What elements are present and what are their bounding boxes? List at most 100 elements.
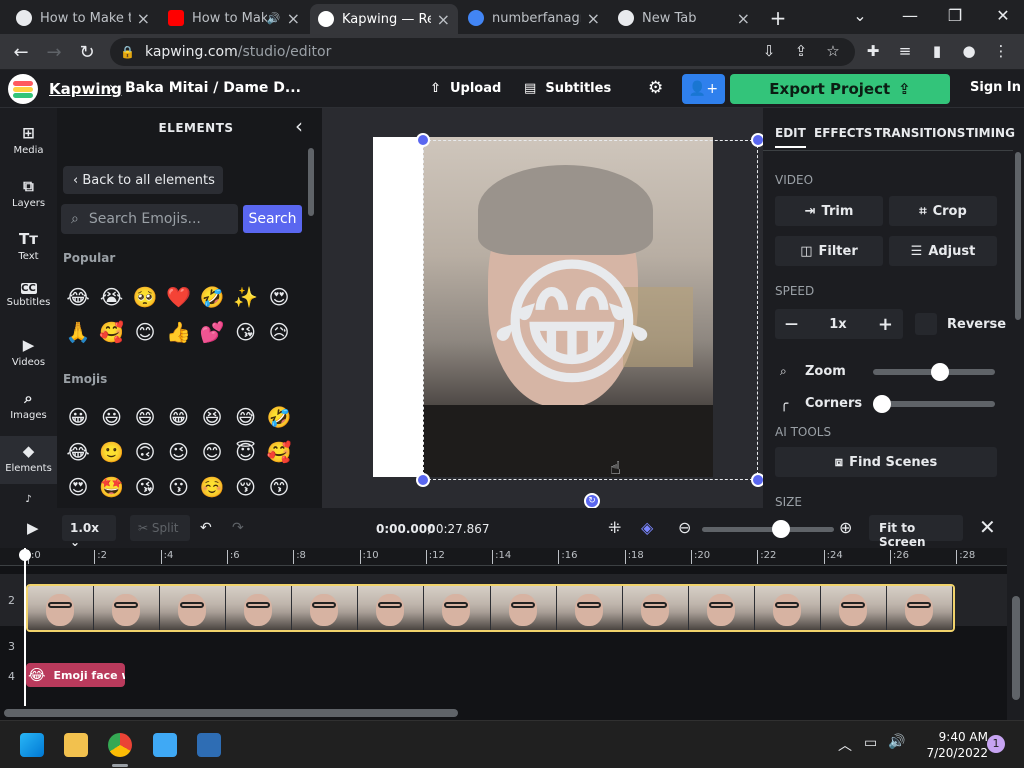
emoji-tile[interactable]: 😍 (65, 474, 91, 500)
share-icon[interactable]: ⇪ (790, 42, 812, 60)
emoji-tile[interactable]: 😂 (65, 284, 91, 310)
media-control-icon[interactable]: ≡ (894, 42, 916, 60)
emoji-tile[interactable]: 😊 (132, 319, 158, 345)
speed-minus-button[interactable]: — (785, 317, 798, 332)
emoji-tile[interactable]: 😚 (233, 474, 259, 500)
system-clock[interactable]: 9:40 AM 7/20/2022 (916, 729, 988, 761)
tab-close-icon[interactable]: × (737, 9, 750, 28)
tab-transitions[interactable]: TRANSITIONS (874, 126, 965, 140)
collapse-chevron-icon[interactable]: ‹ (295, 114, 303, 138)
close-timeline-icon[interactable]: ✕ (979, 515, 996, 539)
tab-close-icon[interactable]: × (437, 10, 450, 29)
volume-icon[interactable]: 🔊 (888, 734, 905, 750)
project-title[interactable]: Baka Mitai / Dame D... (125, 80, 301, 96)
emoji-tile[interactable]: 😁 (166, 404, 192, 430)
emoji-tile[interactable]: 😉 (166, 439, 192, 465)
emoji-tile[interactable]: 😙 (266, 474, 292, 500)
close-window-button[interactable]: ✕ (988, 6, 1018, 25)
bookmark-star-icon[interactable]: ☆ (822, 42, 844, 60)
emoji-tile[interactable]: 🙏 (65, 319, 91, 345)
playhead-knob[interactable] (19, 549, 31, 561)
emoji-overlay-clip[interactable]: 😂 Emoji face wi (26, 663, 125, 687)
panel-scrollbar[interactable] (308, 148, 314, 216)
timeline-zoom-slider[interactable] (702, 527, 834, 532)
vertical-scroll-thumb[interactable] (1012, 596, 1020, 700)
tab-edit[interactable]: EDIT (775, 126, 806, 148)
browser-tab[interactable]: How to Mak 🔊 × (160, 4, 308, 32)
extensions-icon[interactable]: ✚ (862, 42, 884, 60)
menu-kebab-icon[interactable]: ⋮ (990, 42, 1012, 60)
emoji-tile[interactable]: ❤️ (166, 284, 192, 310)
crop-button[interactable]: ⌗ Crop (889, 196, 997, 226)
rail-item-media[interactable]: ⊞ Media (0, 124, 57, 156)
timeline-zoom-knob[interactable] (772, 520, 791, 538)
tab-close-icon[interactable]: × (137, 9, 150, 28)
emoji-tile[interactable]: 🙃 (132, 439, 158, 465)
emoji-tile[interactable]: ☺️ (199, 474, 225, 500)
notification-badge[interactable]: 1 (987, 735, 1005, 753)
emoji-tile[interactable]: 😃 (99, 404, 125, 430)
emoji-tile[interactable]: 🤣 (199, 284, 225, 310)
reload-icon[interactable]: ↻ (76, 42, 98, 63)
emoji-tile[interactable]: 😥 (266, 319, 292, 345)
resize-handle-bottom-left[interactable] (416, 473, 430, 487)
find-scenes-button[interactable]: ⧈ Find Scenes (775, 447, 997, 477)
emoji-tile[interactable]: 😗 (166, 474, 192, 500)
playback-speed-select[interactable]: 1.0x ⌄ (62, 515, 116, 549)
snap-icon[interactable]: ⁜ (608, 518, 621, 537)
sign-in-link[interactable]: Sign In (970, 80, 1021, 95)
network-icon[interactable]: ▭ (864, 735, 877, 751)
audio-playing-icon[interactable]: 🔊 (267, 12, 281, 25)
emoji-tile[interactable]: 👍 (166, 319, 192, 345)
kapwing-logo[interactable] (8, 74, 38, 104)
rail-item-subtitles[interactable]: CC Subtitles (0, 283, 57, 308)
edit-panel-scrollbar[interactable] (1015, 152, 1021, 320)
resize-handle-top-left[interactable] (416, 133, 430, 147)
zoom-slider-knob[interactable] (931, 363, 950, 381)
photos-app-icon[interactable] (197, 733, 221, 757)
settings-gear-icon[interactable]: ⚙ (648, 78, 663, 98)
browser-tab[interactable]: numberfanagra × (460, 4, 608, 32)
video-clip[interactable] (26, 584, 955, 632)
emoji-tile[interactable]: 🥺 (132, 284, 158, 310)
profile-icon[interactable]: ● (958, 42, 980, 60)
timeline-ruler[interactable]: :0:2:4:6:8:10:12:14:16:18:20:22:24:26:28 (0, 548, 1007, 566)
lock-icon[interactable]: 🔒 (120, 45, 135, 59)
maximize-button[interactable]: ❐ (940, 6, 970, 25)
install-app-icon[interactable]: ⇩ (758, 42, 780, 60)
search-button[interactable]: Search (243, 205, 302, 233)
zoom-out-icon[interactable]: ⊖ (678, 518, 691, 537)
split-button[interactable]: ✂ Split (130, 515, 190, 541)
tab-close-icon[interactable]: × (587, 9, 600, 28)
emoji-tile[interactable]: 😇 (233, 439, 259, 465)
emoji-tile[interactable]: 😆 (199, 404, 225, 430)
emoji-tile[interactable]: 🤣 (266, 404, 292, 430)
export-project-button[interactable]: Export Project ⇪ (730, 74, 950, 104)
trim-button[interactable]: ⇥ Trim (775, 196, 883, 226)
emoji-tile[interactable]: 🥰 (266, 439, 292, 465)
reverse-checkbox[interactable] (915, 313, 937, 335)
emoji-tile[interactable]: 😍 (266, 284, 292, 310)
split-view-icon[interactable]: ◈ (641, 518, 653, 537)
file-explorer-icon[interactable] (64, 733, 88, 757)
browser-tab[interactable]: New Tab × (610, 4, 758, 32)
corners-slider-knob[interactable] (873, 395, 891, 413)
rail-item-images[interactable]: ⌕ Images (0, 389, 57, 421)
rotate-handle-icon[interactable]: ↻ (584, 493, 600, 509)
tab-search-icon[interactable]: ⌄ (845, 6, 875, 25)
tab-timing[interactable]: TIMING (966, 126, 1015, 140)
corners-slider[interactable] (873, 401, 995, 407)
paint-app-icon[interactable] (153, 733, 177, 757)
chrome-app-icon[interactable] (108, 733, 132, 757)
selection-box[interactable] (423, 140, 758, 480)
horizontal-scroll-thumb[interactable] (4, 709, 458, 717)
back-to-all-elements-button[interactable]: ‹ Back to all elements (63, 166, 223, 194)
start-windows-icon[interactable] (20, 733, 44, 757)
emoji-tile[interactable]: 🙂 (99, 439, 125, 465)
play-icon[interactable]: ▶ (27, 519, 39, 537)
address-bar[interactable]: 🔒 kapwing.com/studio/editor (110, 38, 855, 66)
upload-button[interactable]: ⇧ Upload (430, 81, 501, 96)
emoji-search-input[interactable]: ⌕ Search Emojis... (61, 204, 238, 234)
speed-plus-button[interactable]: + (878, 314, 893, 335)
new-tab-button[interactable]: + (763, 6, 793, 30)
